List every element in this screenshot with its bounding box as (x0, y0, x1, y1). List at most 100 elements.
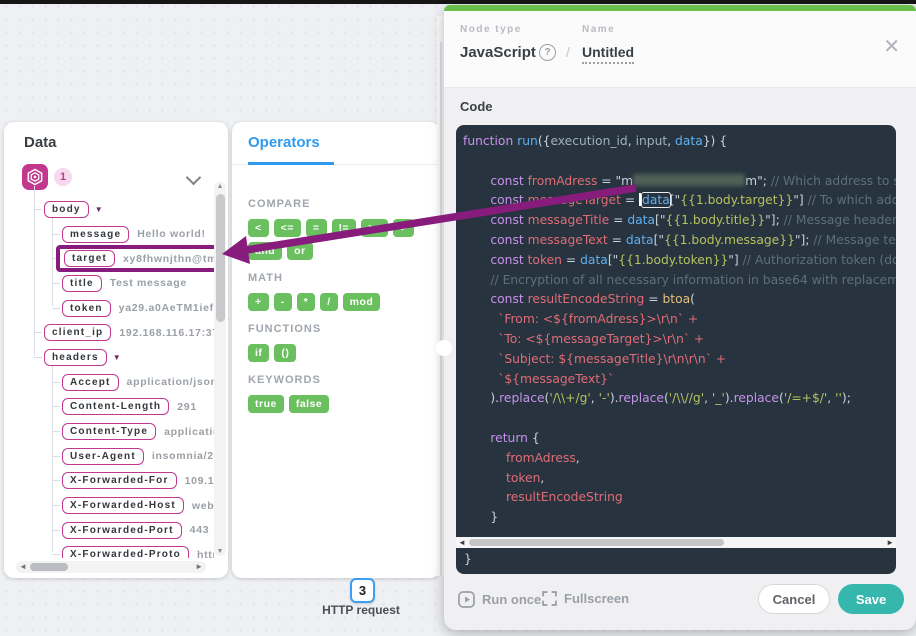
code-token: ; (763, 174, 771, 188)
tab-operators[interactable]: Operators (248, 134, 320, 151)
node-name-value[interactable]: Untitled (582, 44, 634, 64)
data-panel: Data 1 body▼messageHello world!targetxy8… (4, 122, 228, 578)
scrollbar-thumb[interactable] (469, 539, 724, 546)
scrollbar-thumb[interactable] (30, 563, 68, 571)
operator-badge[interactable]: <= (274, 219, 301, 237)
operator-badge[interactable]: != (332, 219, 357, 237)
scroll-down-icon[interactable]: ▼ (214, 548, 226, 555)
close-icon[interactable]: ✕ (883, 37, 900, 57)
operator-badge[interactable]: false (289, 395, 329, 413)
code-token: {{1.body.token}} (618, 253, 728, 267)
code-token: data (580, 253, 608, 267)
code-token: // Message text (don (810, 233, 897, 247)
expand-arrow-icon[interactable]: ▼ (113, 353, 121, 362)
code-token: const (490, 253, 527, 267)
code-token: const (490, 292, 527, 306)
fullscreen-button[interactable]: Fullscreen (542, 591, 629, 606)
operator-badge[interactable]: and (248, 242, 282, 260)
tree-connector (34, 209, 42, 210)
scroll-left-icon[interactable]: ◄ (19, 561, 27, 573)
data-key-pill[interactable]: X-Forwarded-For (62, 472, 177, 489)
operator-badge[interactable]: () (274, 344, 296, 362)
code-token: input (636, 134, 668, 148)
data-key-pill[interactable]: Content-Length (62, 398, 169, 415)
data-value: webho (192, 500, 214, 512)
operator-badge-row: < <= = !=>= > andor (248, 219, 426, 260)
play-icon (458, 591, 475, 608)
cancel-button[interactable]: Cancel (758, 584, 830, 614)
code-line: const token = data["{{1.body.token}}"] /… (463, 251, 896, 271)
code-line: // Encryption of all necessary informati… (463, 271, 896, 291)
code-line: return { (463, 429, 896, 449)
code-token: = (608, 233, 626, 247)
operator-badge[interactable]: if (248, 344, 269, 362)
code-token: [" (654, 233, 664, 247)
tree-row: X-Forwarded-Host webho (52, 493, 214, 518)
tree-row: client_ip 192.168.116.17:37234 (34, 320, 214, 345)
save-button[interactable]: Save (838, 584, 904, 614)
data-value: insomnia/2023 (152, 450, 214, 462)
data-key-pill[interactable]: body (44, 201, 89, 218)
scroll-left-icon[interactable]: ◄ (458, 537, 466, 548)
code-token: "] (793, 193, 803, 207)
data-key-pill[interactable]: X-Forwarded-Proto (62, 546, 189, 558)
code-token: , (540, 471, 544, 485)
code-token: const (490, 174, 527, 188)
operator-badge[interactable]: or (287, 242, 313, 260)
data-key-pill[interactable]: target (64, 250, 115, 267)
code-token: return (490, 431, 528, 445)
code-line: resultEncodeString (463, 488, 896, 508)
code-editor[interactable]: function run({execution_id, input, data}… (456, 125, 896, 537)
data-value: ya29.a0AeTM1iefIBb (119, 302, 214, 314)
operator-badge[interactable]: > (393, 219, 414, 237)
data-key-pill[interactable]: title (62, 275, 102, 292)
operator-badge[interactable]: - (274, 293, 292, 311)
code-token: + (712, 352, 726, 366)
code-line: `Subject: ${messageTitle}\r\n\r\n` + (463, 350, 896, 370)
expand-arrow-icon[interactable]: ▼ (95, 205, 103, 214)
data-value: 192.168.116.17:37234 (119, 327, 214, 339)
data-key-pill[interactable]: message (62, 226, 129, 243)
collapse-chevron-icon[interactable] (186, 170, 202, 186)
data-key-pill[interactable]: token (62, 300, 111, 317)
scroll-right-icon[interactable]: ► (195, 561, 203, 573)
operator-badge[interactable]: mod (343, 293, 381, 311)
code-line: fromAdress, (463, 449, 896, 469)
operator-badge[interactable]: / (320, 293, 337, 311)
scrollbar-thumb[interactable] (216, 194, 225, 322)
data-key-pill[interactable]: Content-Type (62, 423, 156, 440)
scroll-right-icon[interactable]: ► (886, 537, 894, 548)
code-token: fromAdress (528, 174, 598, 188)
panel-collapse-notch[interactable] (436, 340, 452, 356)
operator-badge[interactable]: < (248, 219, 269, 237)
data-key-pill[interactable]: X-Forwarded-Port (62, 522, 182, 539)
tree-connector (52, 382, 60, 383)
node-number-badge[interactable]: 3 (350, 578, 375, 603)
code-token: } (490, 510, 498, 524)
data-vertical-scrollbar[interactable]: ▲ ▼ (214, 182, 226, 556)
operator-badge[interactable]: + (248, 293, 269, 311)
code-token: }) { (703, 134, 727, 148)
code-token: [" (655, 213, 665, 227)
code-field-label: Code (460, 99, 493, 114)
help-icon[interactable]: ? (539, 44, 556, 61)
data-key-pill[interactable]: client_ip (44, 324, 111, 341)
run-once-button[interactable]: Run once (458, 591, 541, 608)
operator-badge[interactable]: * (297, 293, 316, 311)
tree-row: targetxy8fhwnjthn@tmp- (52, 246, 214, 271)
tree-connector (34, 332, 42, 333)
tree-row: messageHello world! (52, 222, 214, 247)
scroll-up-icon[interactable]: ▲ (214, 183, 226, 190)
fullscreen-icon (542, 591, 557, 606)
code-token: [" (608, 253, 618, 267)
operator-badge[interactable]: true (248, 395, 284, 413)
data-horizontal-scrollbar[interactable]: ◄ ► (16, 561, 206, 573)
data-key-pill[interactable]: X-Forwarded-Host (62, 497, 184, 514)
operator-badge[interactable]: = (306, 219, 327, 237)
webhook-icon[interactable] (22, 164, 48, 190)
data-key-pill[interactable]: User-Agent (62, 448, 144, 465)
data-key-pill[interactable]: headers (44, 349, 107, 366)
code-horizontal-scrollbar[interactable]: ◄ ► (456, 537, 896, 548)
data-key-pill[interactable]: Accept (62, 374, 119, 391)
operator-badge[interactable]: >= (361, 219, 388, 237)
